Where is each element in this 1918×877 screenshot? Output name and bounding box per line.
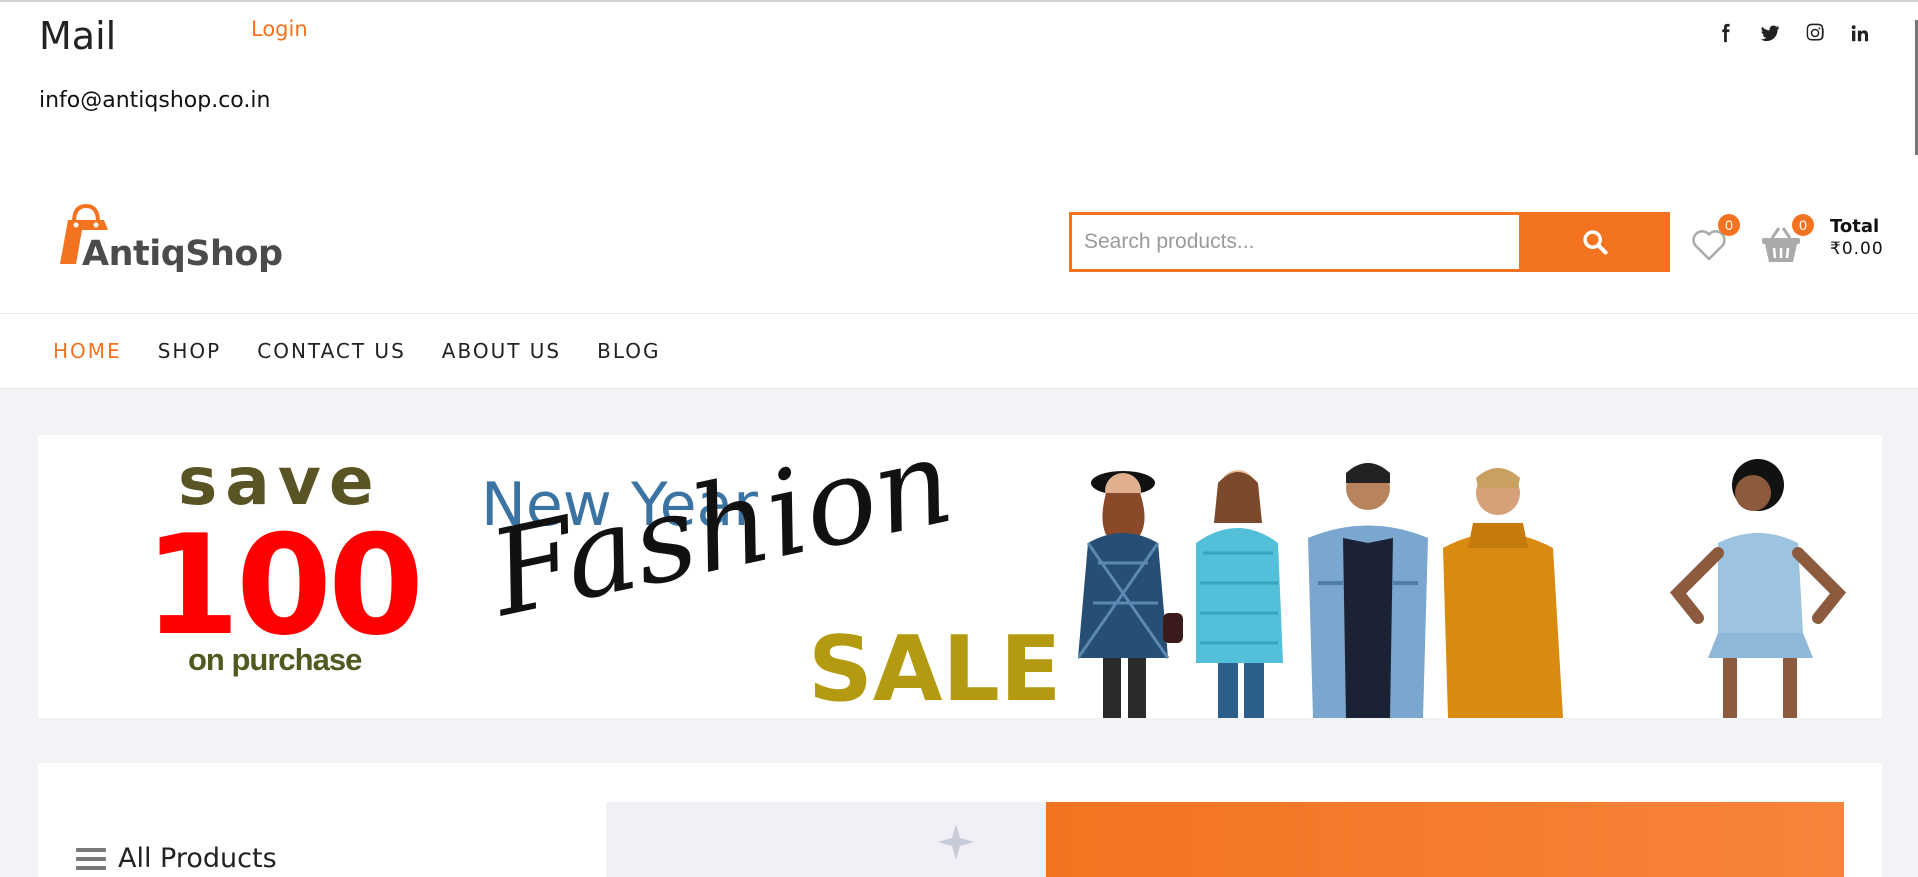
site-logo[interactable]: AntiqShop xyxy=(60,200,283,275)
login-link[interactable]: Login xyxy=(251,17,308,41)
cart-total-amount: ₹0.00 xyxy=(1830,239,1884,259)
cart-total[interactable]: Total ₹0.00 xyxy=(1830,216,1884,260)
decorative-leaf-icon xyxy=(938,824,974,860)
twitter-icon[interactable] xyxy=(1758,20,1782,46)
banner-fashion: Fashion xyxy=(479,435,964,643)
wishlist-count-badge: 0 xyxy=(1718,214,1740,236)
cart-total-label: Total xyxy=(1830,216,1880,237)
all-products-label: All Products xyxy=(118,843,277,874)
main-nav: HOME SHOP CONTACT US ABOUT US BLOG xyxy=(0,313,1918,389)
search-form xyxy=(1069,212,1670,272)
nav-shop[interactable]: SHOP xyxy=(158,339,222,363)
slider-image-right[interactable] xyxy=(1046,802,1844,877)
linkedin-icon[interactable] xyxy=(1848,20,1872,46)
banner-on-purchase: on purchase xyxy=(188,642,362,677)
contact-email: info@antiqshop.co.in xyxy=(39,88,271,113)
slider-image-left[interactable] xyxy=(606,802,1046,877)
search-icon xyxy=(1582,230,1608,255)
all-products-toggle[interactable]: All Products xyxy=(76,843,277,874)
search-button[interactable] xyxy=(1519,215,1667,269)
wishlist-button[interactable]: 0 xyxy=(1690,214,1740,262)
logo-text: AntiqShop xyxy=(82,234,283,274)
instagram-icon[interactable] xyxy=(1803,20,1827,46)
menu-icon xyxy=(76,847,106,870)
banner-models-image xyxy=(1078,459,1847,718)
nav-about-us[interactable]: ABOUT US xyxy=(442,339,561,363)
top-bar: Mail Login info@antiqshop.co.in AntiqSho… xyxy=(0,0,1918,313)
nav-home[interactable]: HOME xyxy=(53,339,122,363)
products-section: All Products xyxy=(38,763,1882,877)
promo-banner[interactable]: save 100 on purchase New Year Fashion SA… xyxy=(38,435,1882,718)
nav-blog[interactable]: BLOG xyxy=(597,339,660,363)
banner-sale: SALE xyxy=(808,617,1062,718)
cart-button[interactable]: 0 xyxy=(1760,214,1814,264)
search-input[interactable] xyxy=(1072,215,1519,269)
cart-count-badge: 0 xyxy=(1792,214,1814,236)
facebook-icon[interactable] xyxy=(1713,20,1737,46)
social-links xyxy=(1713,20,1872,46)
mail-heading: Mail xyxy=(39,14,117,58)
nav-contact-us[interactable]: CONTACT US xyxy=(257,339,406,363)
